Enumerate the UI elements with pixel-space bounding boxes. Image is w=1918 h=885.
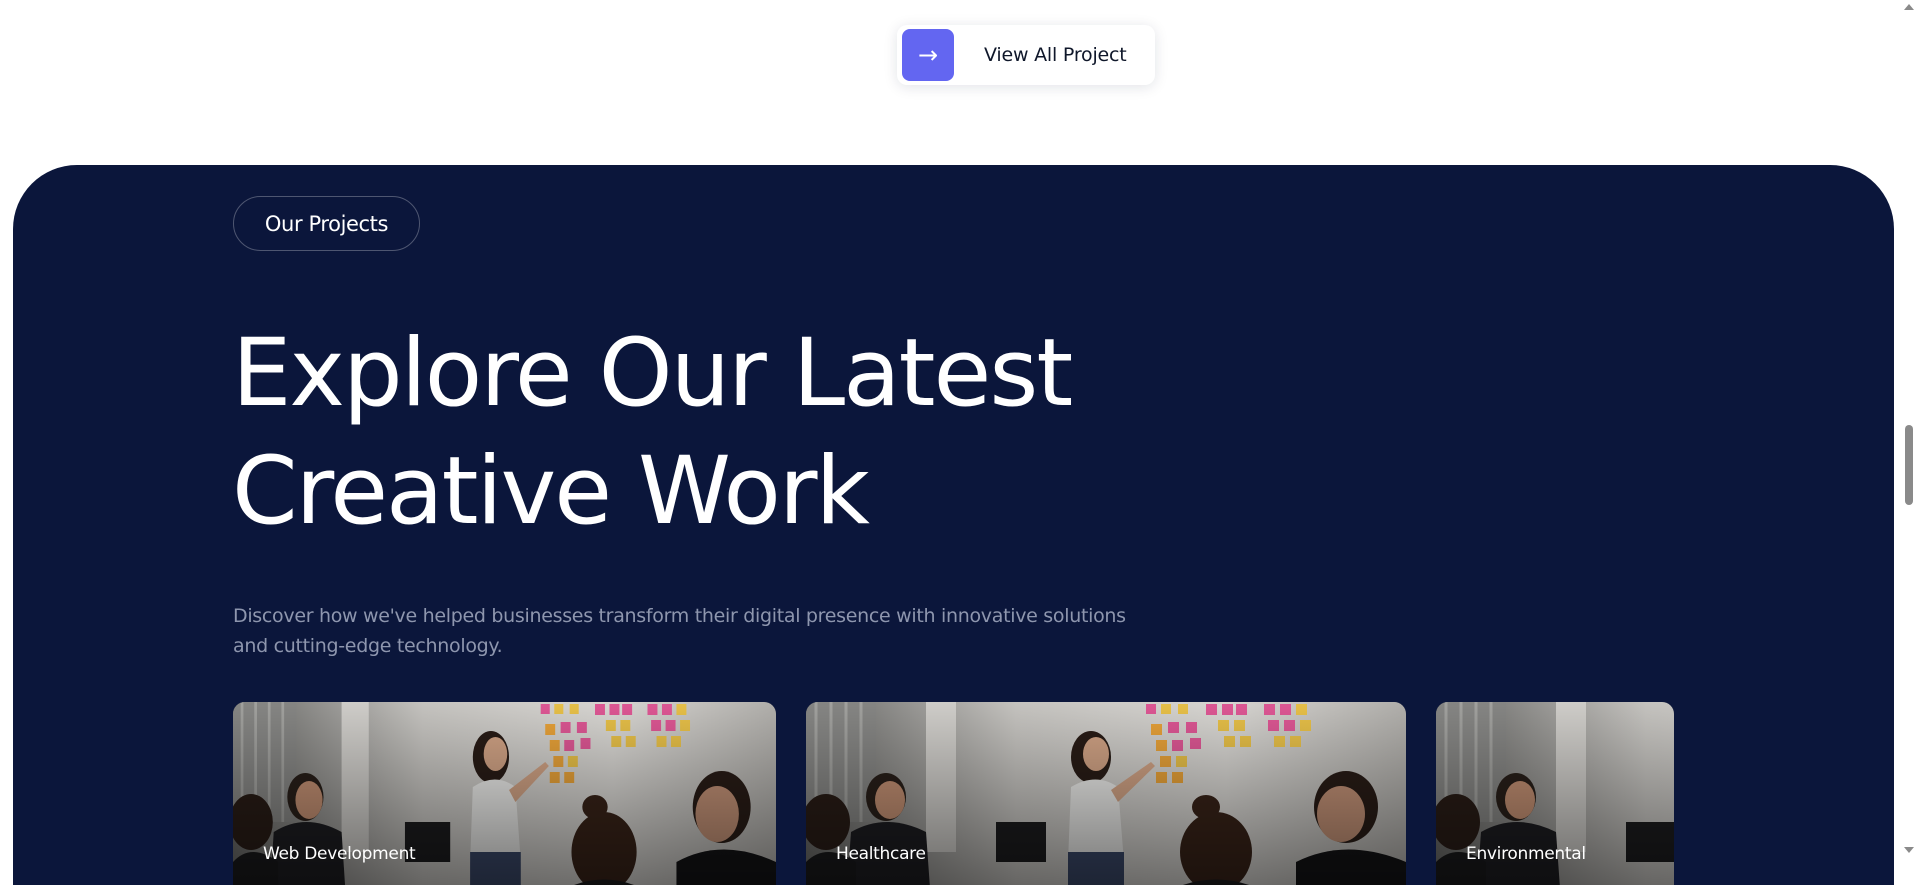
project-card-web-development[interactable]: Web Development <box>233 702 776 885</box>
view-all-project-label: View All Project <box>984 44 1127 66</box>
page-scrollbar[interactable] <box>1900 0 1918 857</box>
scrollbar-thumb[interactable] <box>1905 425 1913 505</box>
section-description: Discover how we've helped businesses tra… <box>233 605 1126 657</box>
scroll-up-arrow-icon[interactable] <box>1904 4 1914 10</box>
arrow-right-icon: → <box>902 29 954 81</box>
section-headline: Explore Our Latest Creative Work <box>232 315 1073 551</box>
view-all-project-button[interactable]: → View All Project <box>897 25 1155 85</box>
our-projects-badge: Our Projects <box>233 196 420 251</box>
projects-section: Our Projects Explore Our Latest Creative… <box>13 165 1894 885</box>
headline-line-2: Creative Work <box>232 437 870 546</box>
project-category-label: Healthcare <box>836 844 926 864</box>
project-category-label: Environmental <box>1466 844 1586 864</box>
scroll-down-arrow-icon[interactable] <box>1904 847 1914 853</box>
project-card-environmental[interactable]: Environmental <box>1436 702 1674 885</box>
headline-line-1: Explore Our Latest <box>232 319 1073 428</box>
project-card-healthcare[interactable]: Healthcare <box>806 702 1406 885</box>
project-category-label: Web Development <box>263 844 416 864</box>
